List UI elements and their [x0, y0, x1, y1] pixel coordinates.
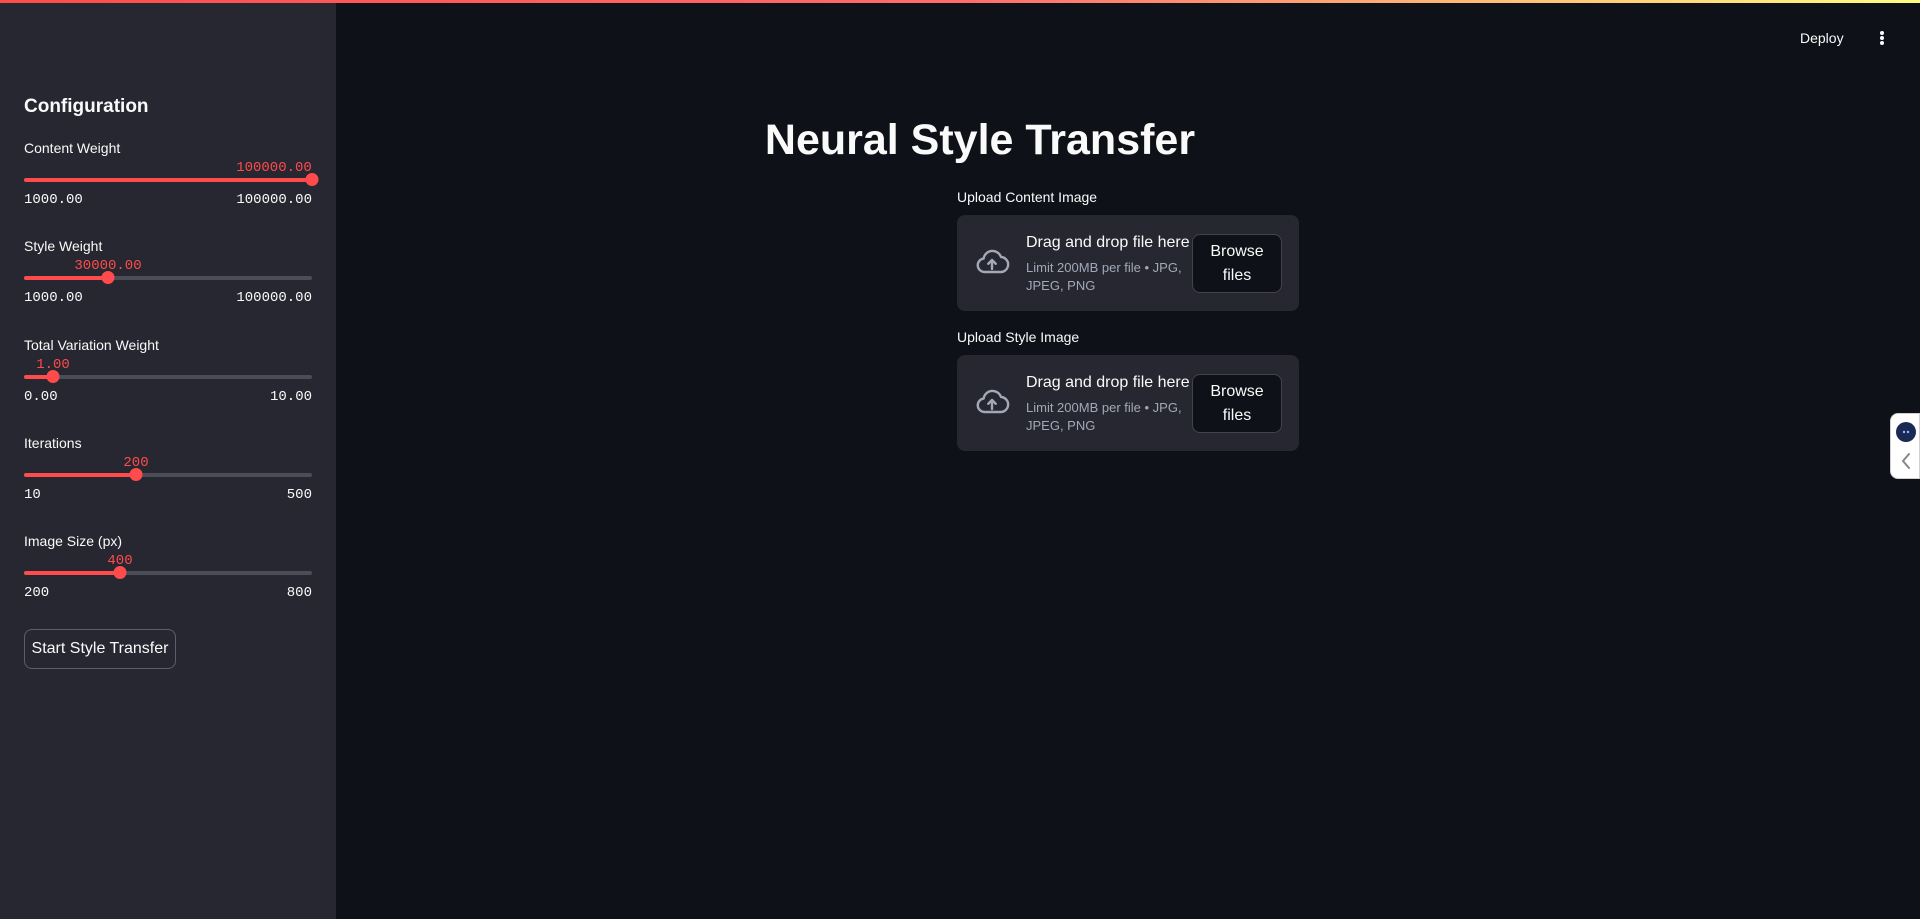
drop-title: Drag and drop file here: [1026, 374, 1190, 391]
slider-min: 200: [24, 585, 50, 601]
slider-fill: [24, 473, 136, 477]
slider-min: 1000.00: [24, 192, 83, 208]
slider-max: 10.00: [269, 389, 312, 405]
slider-style-weight[interactable]: Style Weight 30000.00 1000.00 100000.00: [24, 238, 312, 328]
deploy-button[interactable]: Deploy: [1800, 26, 1844, 50]
slider-thumb[interactable]: [113, 566, 127, 579]
slider-thumb[interactable]: [46, 370, 60, 383]
slider-image-size[interactable]: Image Size (px) 400 200 800: [24, 533, 312, 623]
vertical-ellipsis-icon[interactable]: [1874, 28, 1890, 48]
slider-min: 1000.00: [24, 290, 83, 306]
slider-max: 800: [286, 585, 312, 601]
slider-fill: [24, 276, 108, 280]
start-style-transfer-button[interactable]: Start Style Transfer: [24, 629, 176, 669]
slider-thumb[interactable]: [101, 271, 115, 284]
dropzone[interactable]: Drag and drop file here Limit 200MB per …: [957, 355, 1299, 451]
drop-limit: Limit 200MB per file • JPG, JPEG, PNG: [1026, 400, 1182, 433]
slider-iterations[interactable]: Iterations 200 10 500: [24, 435, 312, 525]
slider-label: Iterations: [24, 435, 82, 451]
content-image-uploader: Upload Content Image Drag and drop file …: [957, 189, 1299, 311]
side-widget[interactable]: [1890, 413, 1920, 479]
slider-track[interactable]: [24, 468, 312, 481]
slider-label: Content Weight: [24, 140, 121, 156]
browse-files-button[interactable]: Browse files: [1192, 234, 1282, 293]
slider-max: 500: [286, 487, 312, 503]
slider-max: 100000.00: [236, 192, 312, 208]
slider-value: 100000.00: [236, 160, 312, 176]
browse-files-button[interactable]: Browse files: [1192, 374, 1282, 433]
sidebar-title: Configuration: [24, 96, 149, 117]
slider-max: 100000.00: [236, 290, 312, 306]
assistant-avatar-icon[interactable]: [1896, 422, 1916, 442]
sidebar: Configuration Content Weight 100000.00 1…: [0, 0, 336, 919]
slider-min: 10: [24, 487, 41, 503]
slider-track[interactable]: [24, 566, 312, 579]
page-title: Neural Style Transfer: [764, 116, 1196, 164]
cloud-upload-icon: [976, 389, 1010, 414]
slider-label: Image Size (px): [24, 533, 123, 549]
slider-label: Style Weight: [24, 238, 103, 254]
slider-total-variation-weight[interactable]: Total Variation Weight 1.00 0.00 10.00: [24, 337, 312, 427]
top-decoration-bar: [0, 0, 1920, 3]
chevron-left-icon[interactable]: [1900, 452, 1912, 470]
drop-title: Drag and drop file here: [1026, 234, 1190, 251]
slider-thumb[interactable]: [129, 468, 143, 481]
slider-label: Total Variation Weight: [24, 337, 159, 353]
slider-track[interactable]: [24, 370, 312, 383]
slider-fill: [24, 571, 120, 575]
slider-content-weight[interactable]: Content Weight 100000.00 1000.00 100000.…: [24, 140, 319, 230]
uploader-label: Upload Style Image: [957, 329, 1080, 345]
slider-thumb[interactable]: [305, 173, 319, 186]
slider-track[interactable]: [24, 173, 319, 186]
cloud-upload-icon: [976, 249, 1010, 274]
slider-min: 0.00: [24, 389, 58, 405]
uploader-label: Upload Content Image: [957, 189, 1098, 205]
dropzone[interactable]: Drag and drop file here Limit 200MB per …: [957, 215, 1299, 311]
drop-limit: Limit 200MB per file • JPG, JPEG, PNG: [1026, 260, 1182, 293]
slider-fill: [24, 178, 312, 182]
slider-track[interactable]: [24, 271, 312, 284]
style-image-uploader: Upload Style Image Drag and drop file he…: [957, 329, 1299, 451]
